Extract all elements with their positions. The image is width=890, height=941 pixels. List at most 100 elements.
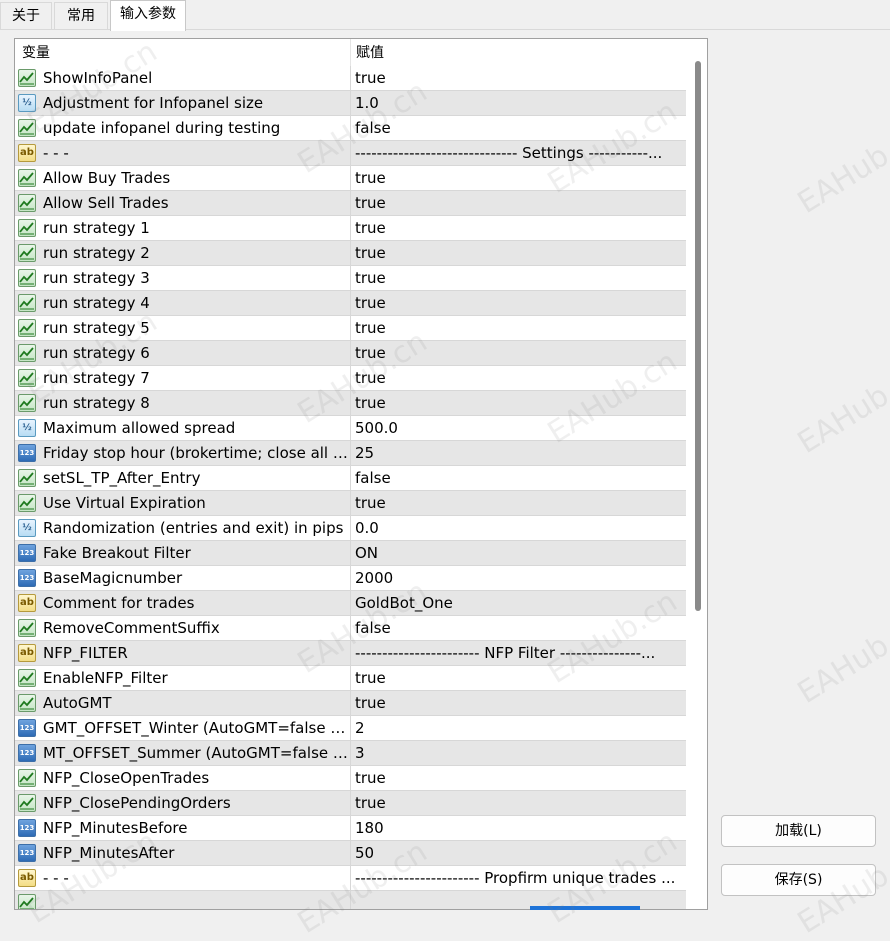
- parameter-value[interactable]: true: [355, 166, 681, 190]
- parameter-row[interactable]: 123 GMT_OFFSET_Winter (AutoGMT=false o...…: [15, 716, 686, 741]
- cell-divider: [350, 741, 351, 765]
- cell-divider: [350, 766, 351, 790]
- parameter-value[interactable]: 180: [355, 816, 681, 840]
- parameter-row[interactable]: 123 NFP_MinutesBefore 180: [15, 816, 686, 841]
- parameter-value[interactable]: true: [355, 191, 681, 215]
- parameter-row[interactable]: run strategy 2 true: [15, 241, 686, 266]
- column-divider[interactable]: [350, 39, 351, 66]
- parameter-value[interactable]: true: [355, 291, 681, 315]
- parameter-name: run strategy 8: [43, 394, 150, 412]
- parameter-row[interactable]: ab - - - ------------------------------ Se…: [15, 141, 686, 166]
- parameter-value[interactable]: true: [355, 216, 681, 240]
- save-button[interactable]: 保存(S): [721, 864, 876, 896]
- parameter-value[interactable]: true: [355, 766, 681, 790]
- parameter-value[interactable]: 0.0: [355, 516, 681, 540]
- parameter-value[interactable]: true: [355, 391, 681, 415]
- parameter-value[interactable]: 2: [355, 716, 681, 740]
- parameter-value[interactable]: 3: [355, 741, 681, 765]
- cell-divider: [350, 316, 351, 340]
- parameter-value[interactable]: true: [355, 691, 681, 715]
- parameter-name: EnableNFP_Filter: [43, 669, 168, 687]
- parameter-row[interactable]: AutoGMT true: [15, 691, 686, 716]
- parameter-row[interactable]: update infopanel during testing false: [15, 116, 686, 141]
- cell-divider: [350, 416, 351, 440]
- parameter-row[interactable]: ShowInfoPanel true: [15, 66, 686, 91]
- parameter-row[interactable]: ab Comment for trades GoldBot_One: [15, 591, 686, 616]
- parameter-value[interactable]: true: [355, 366, 681, 390]
- parameter-value[interactable]: false: [355, 116, 681, 140]
- cell-divider: [350, 566, 351, 590]
- integer-type-icon-label: 123: [19, 724, 35, 732]
- parameter-value[interactable]: false: [355, 466, 681, 490]
- parameter-value[interactable]: 50: [355, 841, 681, 865]
- parameter-row[interactable]: run strategy 1 true: [15, 216, 686, 241]
- tab-common[interactable]: 常用: [54, 2, 108, 29]
- parameter-row[interactable]: ½ Maximum allowed spread 500.0: [15, 416, 686, 441]
- parameter-row[interactable]: run strategy 7 true: [15, 366, 686, 391]
- parameter-row[interactable]: run strategy 8 true: [15, 391, 686, 416]
- parameter-value[interactable]: true: [355, 791, 681, 815]
- parameter-value[interactable]: ON: [355, 541, 681, 565]
- parameter-value[interactable]: true: [355, 491, 681, 515]
- parameter-row[interactable]: NFP_CloseOpenTrades true: [15, 766, 686, 791]
- parameter-value[interactable]: true: [355, 266, 681, 290]
- boolean-type-icon: [18, 669, 36, 687]
- parameter-row[interactable]: EnableNFP_Filter true: [15, 666, 686, 691]
- parameter-value[interactable]: 1.0: [355, 91, 681, 115]
- tab-about[interactable]: 关于: [0, 2, 52, 29]
- integer-type-icon: 123: [18, 544, 36, 562]
- parameter-row[interactable]: run strategy 4 true: [15, 291, 686, 316]
- parameter-row[interactable]: Allow Sell Trades true: [15, 191, 686, 216]
- parameter-value[interactable]: true: [355, 666, 681, 690]
- tab-input-parameters[interactable]: 输入参数: [110, 0, 186, 31]
- boolean-type-icon: [18, 394, 36, 412]
- parameter-name: Allow Sell Trades: [43, 194, 169, 212]
- parameter-row[interactable]: Use Virtual Expiration true: [15, 491, 686, 516]
- parameter-value[interactable]: GoldBot_One: [355, 591, 681, 615]
- boolean-type-icon: [18, 119, 36, 137]
- parameter-row[interactable]: setSL_TP_After_Entry false: [15, 466, 686, 491]
- load-button[interactable]: 加载(L): [721, 815, 876, 847]
- parameter-row[interactable]: NFP_ClosePendingOrders true: [15, 791, 686, 816]
- parameter-row[interactable]: ½ Adjustment for Infopanel size 1.0: [15, 91, 686, 116]
- boolean-type-icon: [18, 619, 36, 637]
- parameter-row[interactable]: ab NFP_FILTER ----------------------- NFP …: [15, 641, 686, 666]
- parameter-row[interactable]: 123 Fake Breakout Filter ON: [15, 541, 686, 566]
- double-type-icon: ½: [18, 94, 36, 112]
- cell-divider: [350, 466, 351, 490]
- string-type-icon-label: ab: [20, 147, 34, 158]
- parameter-row[interactable]: 123 NFP_MinutesAfter 50: [15, 841, 686, 866]
- parameter-row[interactable]: run strategy 6 true: [15, 341, 686, 366]
- parameter-value[interactable]: 500.0: [355, 416, 681, 440]
- parameter-row[interactable]: Allow Buy Trades true: [15, 166, 686, 191]
- parameter-value[interactable]: true: [355, 66, 681, 90]
- parameter-name: RemoveCommentSuffix: [43, 619, 220, 637]
- parameter-value[interactable]: true: [355, 316, 681, 340]
- parameter-value[interactable]: ----------------------- Propfirm unique …: [355, 866, 681, 890]
- double-type-icon: ½: [18, 419, 36, 437]
- parameter-name: run strategy 2: [43, 244, 150, 262]
- column-header-variable[interactable]: 变量: [22, 39, 50, 67]
- parameter-row[interactable]: run strategy 3 true: [15, 266, 686, 291]
- parameter-row[interactable]: RemoveCommentSuffix false: [15, 616, 686, 641]
- parameter-row[interactable]: run strategy 5 true: [15, 316, 686, 341]
- parameter-value[interactable]: ----------------------- NFP Filter -----…: [355, 641, 681, 665]
- parameter-value[interactable]: 25: [355, 441, 681, 465]
- cell-divider: [350, 541, 351, 565]
- scrollbar-thumb[interactable]: [695, 61, 701, 611]
- parameter-value[interactable]: ------------------------------ Settings …: [355, 141, 681, 165]
- parameter-row[interactable]: 123 MT_OFFSET_Summer (AutoGMT=false o... 3: [15, 741, 686, 766]
- parameter-value[interactable]: 2000: [355, 566, 681, 590]
- parameter-row[interactable]: ½ Randomization (entries and exit) in pip…: [15, 516, 686, 541]
- parameter-row[interactable]: ab - - - ----------------------- Propfirm …: [15, 866, 686, 891]
- parameter-value[interactable]: false: [355, 616, 681, 640]
- double-type-icon-label: ½: [22, 423, 32, 433]
- cell-divider: [350, 616, 351, 640]
- parameter-row[interactable]: 123 BaseMagicnumber 2000: [15, 566, 686, 591]
- parameter-value[interactable]: true: [355, 241, 681, 265]
- vertical-scrollbar[interactable]: [688, 39, 707, 909]
- parameters-grid: 变量 赋值 ShowInfoPanel true ½ Adjustment for I…: [14, 38, 708, 910]
- column-header-value[interactable]: 赋值: [356, 39, 384, 67]
- parameter-value[interactable]: true: [355, 341, 681, 365]
- parameter-row[interactable]: 123 Friday stop hour (brokertime; close a…: [15, 441, 686, 466]
